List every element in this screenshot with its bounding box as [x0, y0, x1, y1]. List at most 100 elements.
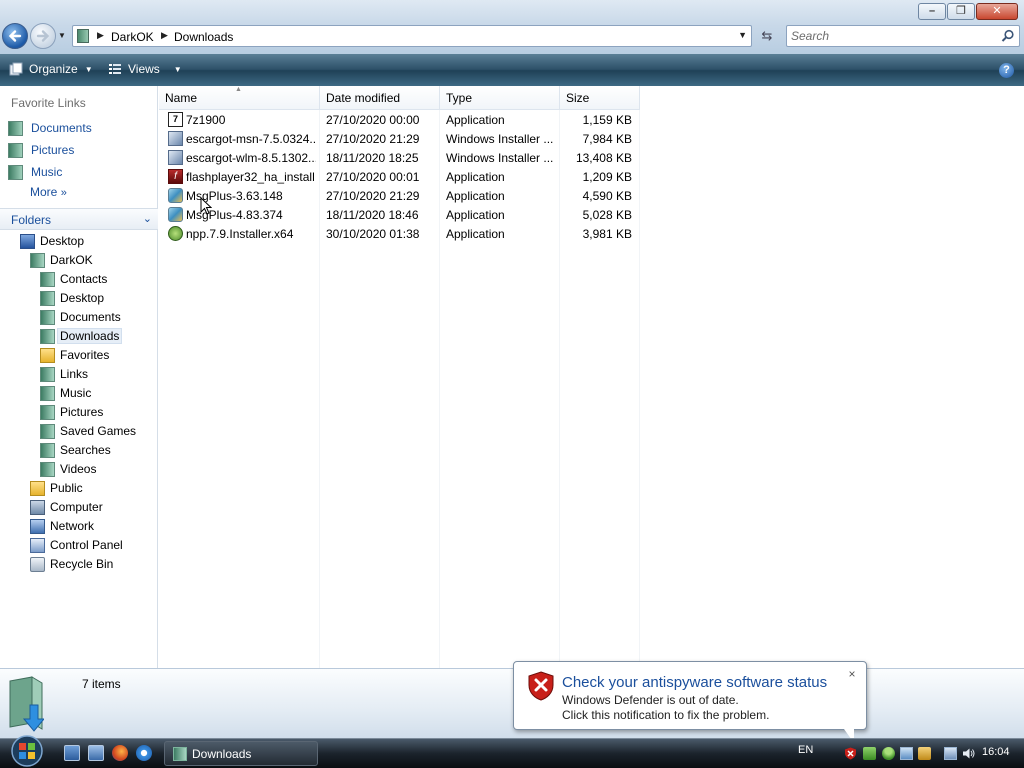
favorite-link-label: Documents: [31, 121, 92, 135]
file-date-modified: 30/10/2020 01:38: [326, 227, 420, 241]
tree-item-desktop[interactable]: Desktop: [20, 232, 84, 250]
notification-close-button[interactable]: ×: [845, 667, 859, 681]
maximize-button[interactable]: ❐: [947, 3, 975, 20]
msgplus-icon: [168, 188, 183, 203]
tree-item-documents[interactable]: Documents: [40, 308, 121, 326]
desktop-folder-icon: [40, 290, 55, 306]
tree-item-favorites[interactable]: Favorites: [40, 346, 109, 364]
tree-item-computer[interactable]: Computer: [30, 498, 103, 516]
recent-pages-dropdown-icon[interactable]: ▼: [58, 31, 66, 40]
table-row[interactable]: 7 7z1900 27/10/2020 00:00 Application 1,159 …: [159, 110, 639, 129]
column-header-label: Date modified: [326, 91, 401, 105]
table-row[interactable]: MsgPlus-4.83.374 18/11/2020 18:46 Applicat…: [159, 205, 639, 224]
column-header-name[interactable]: Name ▲: [159, 86, 320, 110]
file-size: 7,984 KB: [582, 132, 632, 146]
tree-item-music[interactable]: Music: [40, 384, 91, 402]
breadcrumb-arrow-icon[interactable]: ▶: [97, 30, 104, 41]
tree-item-downloads[interactable]: Downloads: [40, 327, 123, 345]
tree-item-desktop[interactable]: Desktop: [40, 289, 104, 307]
more-links-button[interactable]: More »: [30, 185, 67, 199]
volume-tray-icon[interactable]: [962, 747, 975, 760]
minimize-button[interactable]: –: [918, 3, 946, 20]
links-folder-icon: [40, 366, 55, 382]
views-button[interactable]: Views ▼: [108, 62, 182, 76]
search-box[interactable]: [786, 25, 1020, 47]
tree-item-darkok[interactable]: DarkOK: [30, 251, 93, 269]
file-size: 3,981 KB: [582, 227, 632, 241]
search-input[interactable]: [791, 26, 991, 46]
views-label: Views: [128, 62, 160, 76]
help-button[interactable]: ?: [999, 63, 1014, 78]
search-icon[interactable]: [1001, 29, 1015, 43]
table-row[interactable]: MsgPlus-3.63.148 27/10/2020 21:29 Applicat…: [159, 186, 639, 205]
tree-item-control-panel[interactable]: Control Panel: [30, 536, 123, 554]
address-dropdown-icon[interactable]: ▼: [738, 30, 747, 40]
internet-explorer-icon[interactable]: [136, 745, 152, 761]
favorite-link-pictures[interactable]: Pictures: [8, 141, 74, 159]
refresh-icon: ⇆: [761, 28, 773, 43]
file-date-modified: 27/10/2020 21:29: [326, 132, 420, 146]
clock[interactable]: 16:04: [982, 746, 1010, 758]
messenger-tray-icon[interactable]: [882, 747, 895, 760]
notification-title[interactable]: Check your antispyware software status: [562, 674, 827, 691]
updates-tray-icon[interactable]: [918, 747, 931, 760]
organize-label: Organize: [29, 62, 78, 76]
breadcrumb-darkok[interactable]: DarkOK: [111, 30, 154, 44]
tree-item-saved-games[interactable]: Saved Games: [40, 422, 136, 440]
pictures-folder-icon: [40, 404, 55, 420]
refresh-button[interactable]: ⇆: [756, 26, 778, 46]
table-row[interactable]: f flashplayer32_ha_install 27/10/2020 00:0…: [159, 167, 639, 186]
back-button[interactable]: [2, 23, 28, 49]
tree-item-label: Public: [50, 481, 83, 495]
tree-item-public[interactable]: Public: [30, 479, 83, 497]
item-count: 7 items: [82, 677, 121, 691]
column-header-size[interactable]: Size: [560, 86, 640, 110]
downloads-folder-icon: [40, 328, 55, 344]
table-row[interactable]: escargot-wlm-8.5.1302... 18/11/2020 18:25…: [159, 148, 639, 167]
tree-item-label: Saved Games: [60, 424, 137, 438]
show-desktop-icon[interactable]: [64, 745, 80, 761]
network-connection-tray-icon[interactable]: [944, 747, 957, 760]
contacts-folder-icon: [40, 271, 55, 287]
file-size: 5,028 KB: [582, 208, 632, 222]
folders-header[interactable]: Folders ⌄: [0, 208, 158, 230]
double-chevron-right-icon: »: [60, 187, 67, 199]
favorite-link-documents[interactable]: Documents: [8, 119, 92, 137]
close-button[interactable]: ✕: [976, 3, 1018, 20]
address-bar[interactable]: ▶ DarkOK ▶ Downloads ▼: [72, 25, 752, 47]
network-status-tray-icon[interactable]: [863, 747, 876, 760]
start-button[interactable]: [6, 734, 48, 768]
favorites-folder-icon: [40, 347, 55, 363]
favorite-link-label: Pictures: [31, 143, 75, 157]
switch-windows-icon[interactable]: [88, 745, 104, 761]
tree-item-searches[interactable]: Searches: [40, 441, 111, 459]
favorite-link-music[interactable]: Music: [8, 163, 62, 181]
column-header-type[interactable]: Type: [440, 86, 560, 110]
display-tray-icon[interactable]: [900, 747, 913, 760]
taskbar-button-downloads[interactable]: Downloads: [164, 741, 318, 766]
table-row[interactable]: npp.7.9.Installer.x64 30/10/2020 01:38 App…: [159, 224, 639, 243]
security-warning-shield-icon: [528, 671, 554, 701]
firefox-icon[interactable]: [112, 745, 128, 761]
forward-button[interactable]: [30, 23, 56, 49]
tree-item-links[interactable]: Links: [40, 365, 88, 383]
notification-balloon[interactable]: Check your antispyware software status W…: [513, 661, 867, 730]
tree-item-recycle-bin[interactable]: Recycle Bin: [30, 555, 113, 573]
tree-item-network[interactable]: Network: [30, 517, 94, 535]
column-header-date-modified[interactable]: Date modified: [320, 86, 440, 110]
mouse-cursor-icon: [200, 197, 212, 215]
organize-button[interactable]: Organize ▼: [9, 62, 93, 76]
breadcrumb-arrow-icon[interactable]: ▶: [161, 30, 168, 41]
breadcrumb-downloads[interactable]: Downloads: [174, 30, 233, 44]
language-indicator[interactable]: EN: [798, 744, 813, 756]
tree-item-pictures[interactable]: Pictures: [40, 403, 103, 421]
flash-player-icon: f: [168, 169, 183, 184]
column-header-label: Size: [566, 91, 590, 105]
tree-item-contacts[interactable]: Contacts: [40, 270, 107, 288]
documents-folder-icon: [40, 309, 55, 325]
security-alert-tray-icon[interactable]: [844, 747, 857, 760]
tree-item-videos[interactable]: Videos: [40, 460, 96, 478]
table-row[interactable]: escargot-msn-7.5.0324... 27/10/2020 21:29…: [159, 129, 639, 148]
back-arrow-icon: [8, 30, 22, 42]
file-name: escargot-wlm-8.5.1302...: [186, 151, 316, 165]
